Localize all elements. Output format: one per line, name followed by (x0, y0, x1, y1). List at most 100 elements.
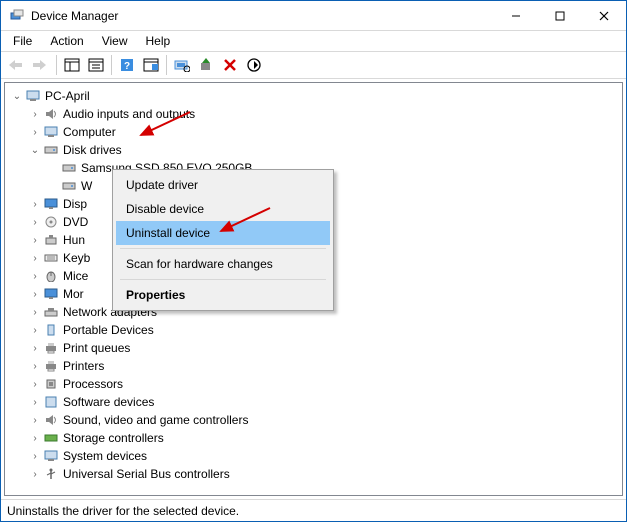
window-title: Device Manager (31, 9, 494, 23)
monitor-icon (43, 286, 59, 302)
tree-item-processors[interactable]: › Processors (9, 375, 618, 393)
titlebar: Device Manager (1, 1, 626, 31)
chevron-right-icon[interactable]: › (29, 360, 41, 372)
ctx-update-driver[interactable]: Update driver (116, 173, 330, 197)
tree-item-sound[interactable]: › Sound, video and game controllers (9, 411, 618, 429)
ctx-label: Disable device (126, 202, 204, 216)
chevron-right-icon[interactable]: › (29, 108, 41, 120)
disk-icon (61, 178, 77, 194)
tree-label: Software devices (63, 395, 154, 409)
ctx-disable-device[interactable]: Disable device (116, 197, 330, 221)
tree-item-printqueues[interactable]: › Print queues (9, 339, 618, 357)
tree-label: Processors (63, 377, 123, 391)
ctx-properties[interactable]: Properties (116, 283, 330, 307)
tree-label: Computer (63, 125, 116, 139)
update-driver-button[interactable] (194, 53, 218, 77)
chevron-right-icon[interactable]: › (29, 414, 41, 426)
chevron-right-icon[interactable]: › (29, 432, 41, 444)
menu-action[interactable]: Action (42, 33, 91, 49)
chevron-right-icon[interactable]: › (29, 324, 41, 336)
tree-label: Disp (63, 197, 87, 211)
chevron-down-icon[interactable]: ⌄ (29, 144, 41, 156)
chevron-right-icon[interactable]: › (29, 234, 41, 246)
tree-item-printers[interactable]: › Printers (9, 357, 618, 375)
chevron-right-icon[interactable]: › (29, 450, 41, 462)
chevron-right-icon[interactable]: › (29, 216, 41, 228)
chevron-right-icon[interactable]: › (29, 396, 41, 408)
device-tree[interactable]: ⌄ PC-April › Audio inputs and outputs › … (5, 83, 622, 487)
help-button[interactable]: ? (115, 53, 139, 77)
tree-label: PC-April (45, 89, 90, 103)
chevron-right-icon[interactable]: › (29, 252, 41, 264)
system-icon (43, 448, 59, 464)
close-button[interactable] (582, 1, 626, 30)
tree-label: Hun (63, 233, 85, 247)
menu-file[interactable]: File (5, 33, 40, 49)
tree-item-disk-drives[interactable]: ⌄ Disk drives (9, 141, 618, 159)
toolbar-separator (111, 55, 112, 75)
tree-label: Sound, video and game controllers (63, 413, 248, 427)
toolbar-separator (166, 55, 167, 75)
tree-label: Disk drives (63, 143, 122, 157)
chevron-right-icon[interactable]: › (29, 270, 41, 282)
back-button (5, 53, 29, 77)
ctx-label: Uninstall device (126, 226, 210, 240)
tree-label: System devices (63, 449, 147, 463)
chevron-right-icon[interactable]: › (29, 306, 41, 318)
disable-button[interactable] (242, 53, 266, 77)
svg-text:?: ? (124, 61, 130, 72)
properties-button[interactable] (84, 53, 108, 77)
forward-button (29, 53, 53, 77)
tree-item-audio[interactable]: › Audio inputs and outputs (9, 105, 618, 123)
cpu-icon (43, 376, 59, 392)
tree-label: W (81, 179, 92, 193)
chevron-right-icon[interactable]: › (29, 378, 41, 390)
scan-hardware-button[interactable] (170, 53, 194, 77)
tree-item-storage[interactable]: › Storage controllers (9, 429, 618, 447)
printer-icon (43, 340, 59, 356)
uninstall-button[interactable] (218, 53, 242, 77)
context-menu: Update driver Disable device Uninstall d… (112, 169, 334, 311)
tree-label: Universal Serial Bus controllers (63, 467, 230, 481)
ctx-scan-hardware[interactable]: Scan for hardware changes (116, 252, 330, 276)
toolbar-separator (56, 55, 57, 75)
computer-icon (43, 124, 59, 140)
disk-icon (43, 142, 59, 158)
mouse-icon (43, 268, 59, 284)
tree-label: DVD (63, 215, 88, 229)
tree-item-computer[interactable]: › Computer (9, 123, 618, 141)
device-manager-window: Device Manager File Action View Help ? ⌄ (0, 0, 627, 522)
tree-item-portable[interactable]: › Portable Devices (9, 321, 618, 339)
tree-item-software[interactable]: › Software devices (9, 393, 618, 411)
tree-label: Storage controllers (63, 431, 164, 445)
menu-help[interactable]: Help (138, 33, 179, 49)
chevron-right-icon[interactable]: › (29, 342, 41, 354)
tree-item-system[interactable]: › System devices (9, 447, 618, 465)
computer-icon (25, 88, 41, 104)
minimize-button[interactable] (494, 1, 538, 30)
tree-label: Mor (63, 287, 84, 301)
chevron-right-icon[interactable]: › (29, 198, 41, 210)
menubar: File Action View Help (1, 31, 626, 51)
chevron-right-icon[interactable]: › (29, 288, 41, 300)
chevron-right-icon[interactable]: › (29, 468, 41, 480)
window-controls (494, 1, 626, 30)
ctx-uninstall-device[interactable]: Uninstall device (116, 221, 330, 245)
printer-icon (43, 358, 59, 374)
tree-label: Portable Devices (63, 323, 154, 337)
ctx-separator (120, 248, 326, 249)
action-view-button[interactable] (139, 53, 163, 77)
chevron-down-icon[interactable]: ⌄ (11, 90, 23, 102)
audio-icon (43, 412, 59, 428)
status-text: Uninstalls the driver for the selected d… (7, 504, 239, 518)
maximize-button[interactable] (538, 1, 582, 30)
tree-label: Mice (63, 269, 88, 283)
tree-item-usb[interactable]: › Universal Serial Bus controllers (9, 465, 618, 483)
show-hide-tree-button[interactable] (60, 53, 84, 77)
tree-root[interactable]: ⌄ PC-April (9, 87, 618, 105)
toolbar: ? (1, 51, 626, 79)
chevron-right-icon[interactable]: › (29, 126, 41, 138)
ctx-label: Properties (126, 288, 185, 302)
menu-view[interactable]: View (94, 33, 136, 49)
usb-icon (43, 466, 59, 482)
